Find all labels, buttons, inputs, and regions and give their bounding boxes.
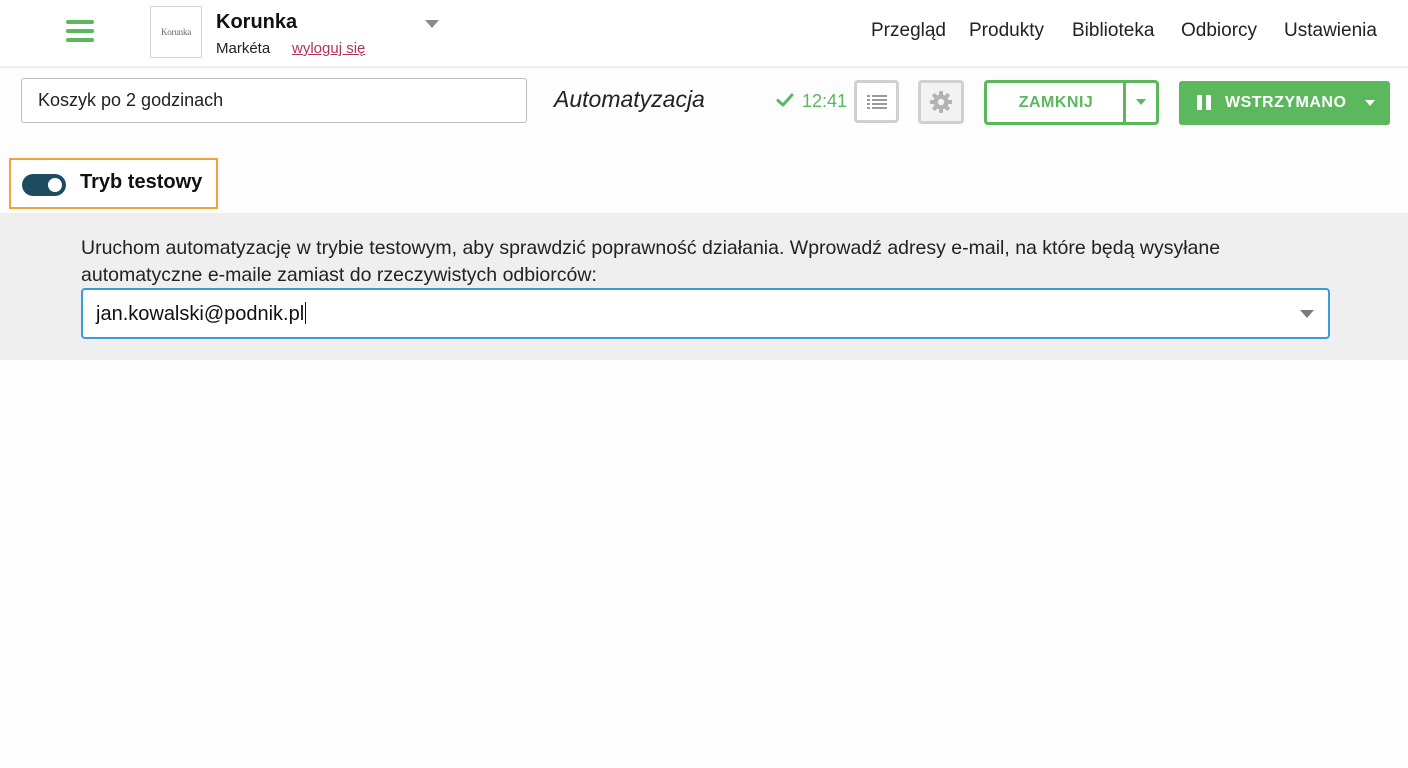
- pause-icon: [1197, 95, 1211, 110]
- account-logo: Korunka: [150, 6, 202, 58]
- status-paused-button[interactable]: WSTRZYMANO: [1179, 81, 1390, 125]
- saved-time: 12:41: [802, 91, 848, 111]
- settings-button[interactable]: [918, 80, 964, 124]
- user-name: Markéta: [216, 40, 271, 57]
- chevron-down-icon[interactable]: [1300, 310, 1314, 318]
- nav-settings[interactable]: Ustawienia: [1284, 20, 1377, 42]
- nav-overview[interactable]: Przegląd: [871, 20, 946, 42]
- nav-products[interactable]: Produkty: [969, 20, 1044, 42]
- test-mode-toggle-box[interactable]: Tryb testowy: [9, 158, 218, 209]
- close-button[interactable]: ZAMKNIJ: [984, 80, 1125, 125]
- status-label: WSTRZYMANO: [1225, 94, 1347, 111]
- check-icon: [776, 93, 794, 107]
- nav-library[interactable]: Biblioteka: [1072, 20, 1154, 42]
- chevron-down-icon[interactable]: [1365, 100, 1375, 106]
- page-type-label: Automatyzacja: [554, 86, 705, 112]
- close-dropdown-button[interactable]: [1123, 80, 1159, 125]
- list-icon: [866, 94, 887, 109]
- test-mode-toggle[interactable]: [22, 174, 66, 196]
- list-button[interactable]: [854, 80, 899, 123]
- test-mode-description: Uruchom automatyzację w trybie testowym,…: [81, 237, 1221, 286]
- test-email-value: jan.kowalski@podnik.pl: [96, 302, 307, 325]
- chevron-down-icon: [1136, 99, 1146, 105]
- gear-icon: [930, 91, 952, 113]
- test-mode-label: Tryb testowy: [80, 171, 203, 193]
- nav-recipients[interactable]: Odbiorcy: [1181, 20, 1257, 42]
- top-header: Korunka Korunka Markéta wyloguj się Prze…: [0, 0, 1408, 66]
- logout-link[interactable]: wyloguj się: [292, 40, 365, 57]
- account-name: Korunka: [216, 11, 298, 33]
- test-mode-panel: Uruchom automatyzację w trybie testowym,…: [0, 213, 1408, 360]
- automation-name-input[interactable]: [21, 78, 527, 123]
- hamburger-menu-icon[interactable]: [66, 20, 94, 44]
- toggle-knob: [48, 178, 62, 192]
- chevron-down-icon[interactable]: [425, 20, 439, 28]
- test-email-input[interactable]: jan.kowalski@podnik.pl: [81, 288, 1330, 339]
